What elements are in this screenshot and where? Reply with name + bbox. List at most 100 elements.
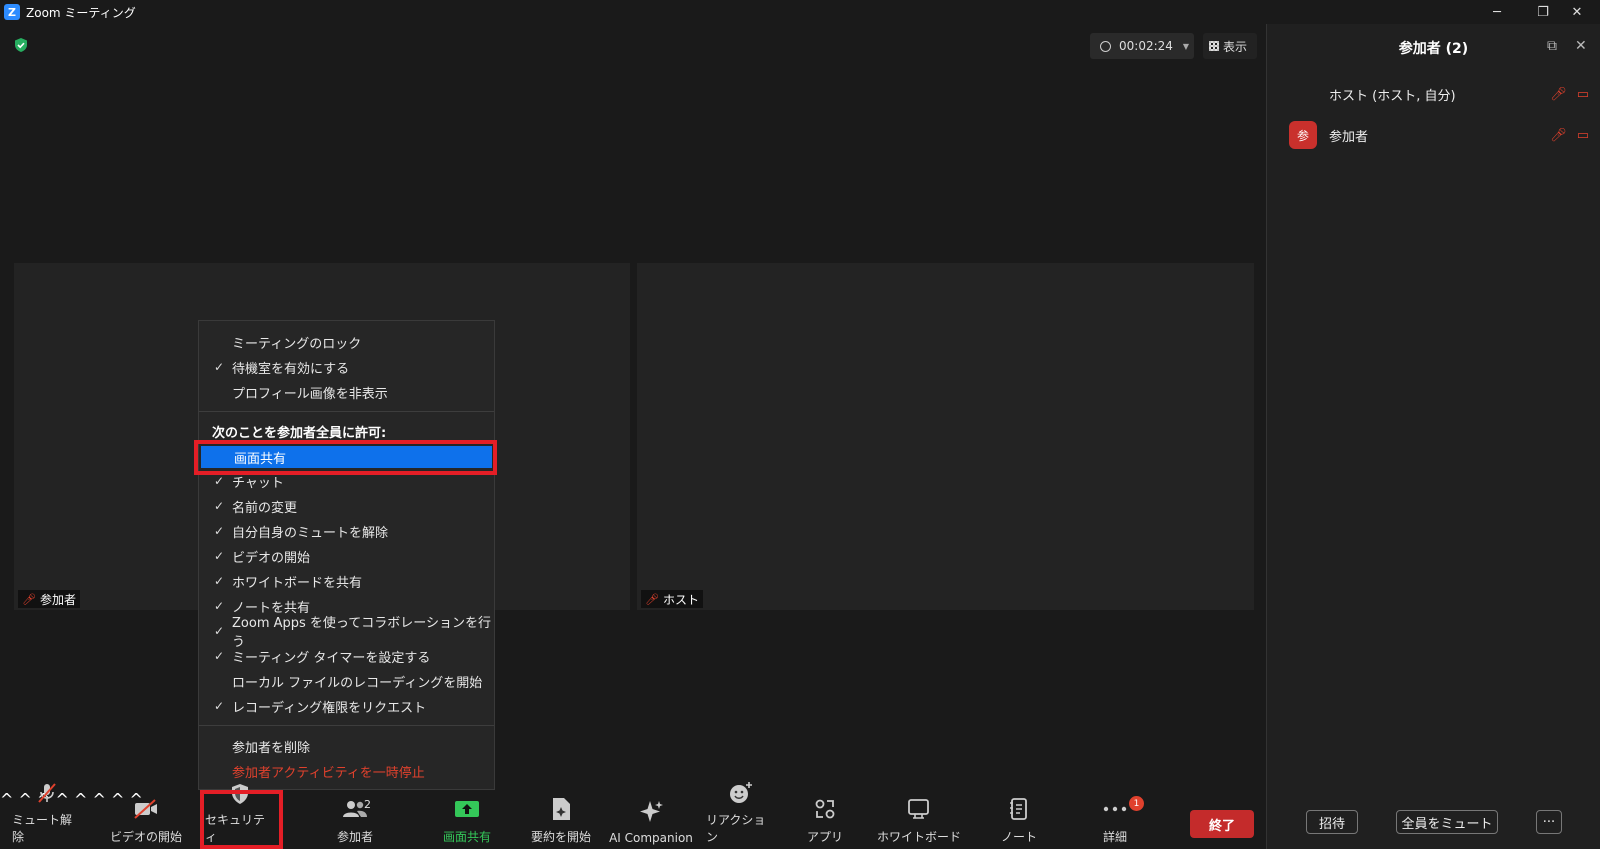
close-panel-icon[interactable]: ✕ — [1575, 38, 1587, 54]
menu-item-meeting-timer[interactable]: ✓ ミーティング タイマーを設定する — [199, 645, 494, 667]
menu-divider — [199, 725, 494, 726]
check-icon: ✓ — [214, 699, 225, 713]
start-video-button[interactable]: ビデオの開始 — [108, 790, 184, 849]
check-icon: ✓ — [214, 549, 225, 563]
tile-name: ホスト — [662, 592, 699, 607]
start-summary-label: 要約を開始 — [530, 830, 591, 844]
security-menu: ミーティングのロック ✓ 待機室を有効にする プロフィール画像を非表示 次のこと… — [198, 320, 495, 790]
participant-status-icons: 🎤︎ ▭ — [1550, 87, 1589, 102]
menu-item-label: 参加者を削除 — [232, 740, 311, 756]
menu-item-label: プロフィール画像を非表示 — [232, 386, 388, 402]
menu-item-label: 自分自身のミュートを解除 — [232, 525, 389, 541]
panel-more-button[interactable]: ··· — [1536, 810, 1562, 834]
avatar — [1289, 80, 1317, 108]
menu-item-label: 参加者アクティビティを一時停止 — [232, 765, 425, 781]
menu-item-suspend-activity[interactable]: 参加者アクティビティを一時停止 — [199, 760, 494, 782]
clock-icon — [1100, 40, 1111, 52]
muted-mic-icon: 🎤︎ — [22, 592, 36, 606]
invite-button[interactable]: 招待 — [1306, 810, 1358, 834]
apps-button[interactable]: アプリ — [790, 790, 860, 849]
ai-companion-button[interactable]: AI Companion — [606, 790, 696, 849]
meeting-timer[interactable]: 00:02:24 ▼ — [1090, 33, 1194, 59]
participant-name: 参加者 — [1329, 129, 1369, 145]
share-screen-label: 画面共有 — [442, 830, 491, 844]
check-icon: ✓ — [214, 649, 225, 663]
unmute-button[interactable]: ミュート解除 — [12, 783, 82, 849]
more-dots-icon — [1102, 796, 1128, 822]
more-label: 詳細 — [1102, 830, 1127, 844]
participant-row-host[interactable]: ホスト (ホスト, 自分) 🎤︎ ▭ — [1289, 78, 1589, 110]
tile-name-tag: 🎤︎ ホスト — [641, 590, 703, 608]
sparkle-icon — [638, 799, 664, 825]
video-off-icon[interactable]: ▭ — [1577, 87, 1589, 102]
close-window-button[interactable]: ✕ — [1554, 0, 1600, 24]
participants-label: 参加者 — [336, 830, 373, 844]
menu-item-start-video[interactable]: ✓ ビデオの開始 — [199, 545, 494, 567]
highlight-box-share-screen — [194, 440, 497, 475]
whiteboard-label: ホワイトボード — [876, 830, 961, 844]
end-meeting-button[interactable]: 終了 — [1190, 810, 1254, 838]
menu-item-share-whiteboard[interactable]: ✓ ホワイトボードを共有 — [199, 570, 494, 592]
video-off-icon — [133, 796, 159, 822]
participants-panel: 参加者 (2) ⧉ ✕ ホスト (ホスト, 自分) 🎤︎ ▭ 参 参加者 🎤︎ … — [1266, 24, 1600, 849]
apps-label: アプリ — [806, 830, 843, 844]
menu-item-request-recording[interactable]: ✓ レコーディング権限をリクエスト — [199, 695, 494, 717]
video-off-icon[interactable]: ▭ — [1577, 128, 1589, 143]
menu-item-label: 待機室を有効にする — [232, 361, 350, 377]
start-summary-button[interactable]: 要約を開始 — [523, 790, 599, 849]
participant-status-icons: 🎤︎ ▭ — [1550, 128, 1589, 143]
menu-item-unmute-self[interactable]: ✓ 自分自身のミュートを解除 — [199, 520, 494, 542]
encryption-shield-icon[interactable] — [13, 37, 29, 53]
notes-button[interactable]: ノート — [984, 790, 1054, 849]
view-label: 表示 — [1223, 39, 1248, 54]
summary-doc-icon — [548, 796, 574, 822]
menu-item-label: ミーティング タイマーを設定する — [232, 650, 431, 666]
popout-icon[interactable]: ⧉ — [1547, 38, 1557, 54]
menu-divider — [199, 411, 494, 412]
share-screen-icon — [454, 796, 480, 822]
participants-button[interactable]: 参加者 — [320, 790, 390, 849]
tile-name: 参加者 — [39, 592, 76, 607]
menu-item-zoom-apps[interactable]: ✓ Zoom Apps を使ってコラボレーションを行う — [199, 616, 494, 650]
title-bar: Z Zoom ミーティング — [0, 0, 1600, 24]
muted-mic-icon: 🎤︎ — [645, 592, 659, 606]
check-icon: ✓ — [214, 599, 225, 613]
unmute-label: ミュート解除 — [12, 813, 73, 844]
menu-item-label: ホワイトボードを共有 — [232, 575, 363, 591]
menu-item-lock-meeting[interactable]: ミーティングのロック — [199, 331, 494, 353]
share-screen-button[interactable]: 画面共有 — [432, 790, 502, 849]
menu-item-label: 名前の変更 — [232, 500, 298, 516]
avatar: 参 — [1289, 121, 1317, 149]
notes-label: ノート — [1000, 830, 1037, 844]
zoom-logo-icon: Z — [4, 4, 20, 20]
participant-row-guest[interactable]: 参 参加者 🎤︎ ▭ — [1289, 119, 1589, 151]
menu-item-rename[interactable]: ✓ 名前の変更 — [199, 495, 494, 517]
check-icon: ✓ — [214, 624, 225, 638]
video-tile-host[interactable]: 🎤︎ ホスト — [637, 263, 1254, 610]
check-icon: ✓ — [214, 499, 225, 513]
muted-mic-icon[interactable]: 🎤︎ — [1550, 87, 1567, 102]
reactions-button[interactable]: リアクション — [706, 782, 776, 849]
check-icon: ✓ — [214, 574, 225, 588]
menu-item-label: ミーティングのロック — [232, 336, 362, 352]
apps-icon — [812, 796, 838, 822]
chevron-down-icon: ▼ — [1182, 41, 1190, 51]
start-video-label: ビデオの開始 — [109, 830, 182, 844]
mute-all-button[interactable]: 全員をミュート — [1396, 810, 1498, 834]
reaction-smiley-icon — [728, 781, 754, 805]
minimize-button[interactable]: ─ — [1474, 0, 1520, 24]
apps-options-chevron-icon[interactable]: ^ — [93, 790, 106, 809]
ai-companion-label: AI Companion — [609, 831, 693, 845]
menu-item-remove-participant[interactable]: 参加者を削除 — [199, 735, 494, 757]
menu-item-label: ビデオの開始 — [232, 550, 311, 566]
menu-item-waiting-room[interactable]: ✓ 待機室を有効にする — [199, 356, 494, 378]
whiteboard-button[interactable]: ホワイトボード — [874, 790, 964, 849]
muted-mic-icon — [34, 781, 60, 805]
menu-item-hide-profile-pictures[interactable]: プロフィール画像を非表示 — [199, 381, 494, 403]
check-icon: ✓ — [214, 474, 225, 488]
menu-item-local-recording[interactable]: ローカル ファイルのレコーディングを開始 — [199, 670, 494, 692]
grid-icon — [1209, 41, 1219, 51]
view-button[interactable]: 表示 — [1203, 33, 1257, 59]
muted-mic-icon[interactable]: 🎤︎ — [1550, 128, 1567, 143]
meeting-toolbar: ミュート解除 ^ ビデオの開始 ^ セキュリティ 参加者 2 ^ 画面共有 ^ … — [0, 782, 1240, 849]
